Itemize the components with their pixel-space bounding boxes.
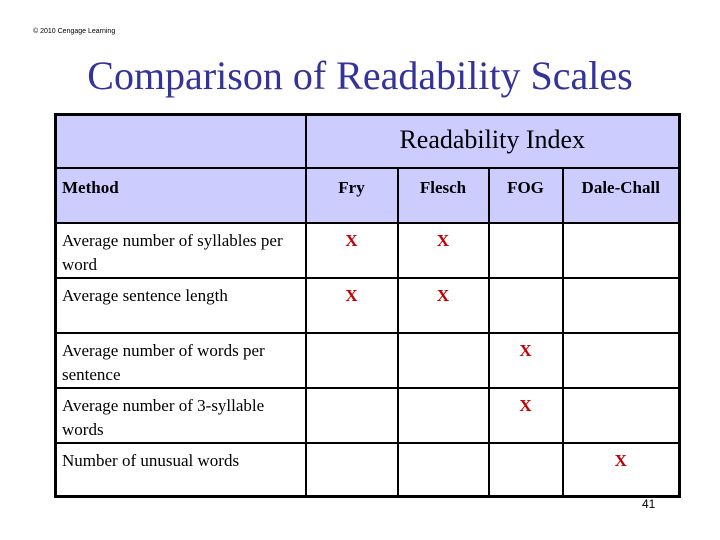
fog-cell	[487, 276, 564, 334]
group-header-readability-index: Readability Index	[304, 113, 681, 169]
table-row: Average number of words per sentence X	[54, 331, 681, 389]
fog-cell: X	[487, 331, 564, 389]
method-cell: Number of unusual words	[54, 441, 307, 498]
dale-chall-cell	[561, 331, 681, 389]
dale-chall-cell	[561, 221, 681, 279]
fog-cell	[487, 221, 564, 279]
flesch-cell: X	[396, 276, 490, 334]
flesch-cell	[396, 441, 490, 498]
readability-table-container: Readability Index Method Fry Flesch FOG …	[54, 113, 681, 498]
method-cell: Average number of words per sentence	[54, 331, 307, 389]
page-number: 41	[642, 497, 656, 511]
dale-chall-cell: X	[561, 441, 681, 498]
fry-cell: X	[304, 221, 399, 279]
fog-cell	[487, 441, 564, 498]
group-header-blank-cell	[54, 113, 307, 169]
column-header-dale-chall: Dale-Chall	[561, 166, 681, 224]
method-cell: Average number of syllables per word	[54, 221, 307, 279]
dale-chall-cell	[561, 386, 681, 444]
column-header-fog: FOG	[487, 166, 564, 224]
fry-cell	[304, 441, 399, 498]
flesch-cell	[396, 331, 490, 389]
flesch-cell	[396, 386, 490, 444]
copyright-notice: © 2010 Cengage Learning	[33, 28, 116, 35]
column-header-flesch: Flesch	[396, 166, 490, 224]
readability-table: Readability Index Method Fry Flesch FOG …	[54, 113, 681, 498]
group-header-row: Readability Index	[54, 113, 681, 169]
column-header-row: Method Fry Flesch FOG Dale-Chall	[54, 166, 681, 224]
table-row: Number of unusual words X	[54, 441, 681, 498]
slide-title: Comparison of Readability Scales	[87, 53, 633, 98]
method-cell: Average number of 3-syllable words	[54, 386, 307, 444]
method-cell: Average sentence length	[54, 276, 307, 334]
table-row: Average number of syllables per word X X	[54, 221, 681, 279]
column-header-method: Method	[54, 166, 307, 224]
fog-cell: X	[487, 386, 564, 444]
flesch-cell: X	[396, 221, 490, 279]
table-row: Average sentence length X X	[54, 276, 681, 334]
table-row: Average number of 3-syllable words X	[54, 386, 681, 444]
fry-cell	[304, 386, 399, 444]
dale-chall-cell	[561, 276, 681, 334]
fry-cell	[304, 331, 399, 389]
fry-cell: X	[304, 276, 399, 334]
column-header-fry: Fry	[304, 166, 399, 224]
